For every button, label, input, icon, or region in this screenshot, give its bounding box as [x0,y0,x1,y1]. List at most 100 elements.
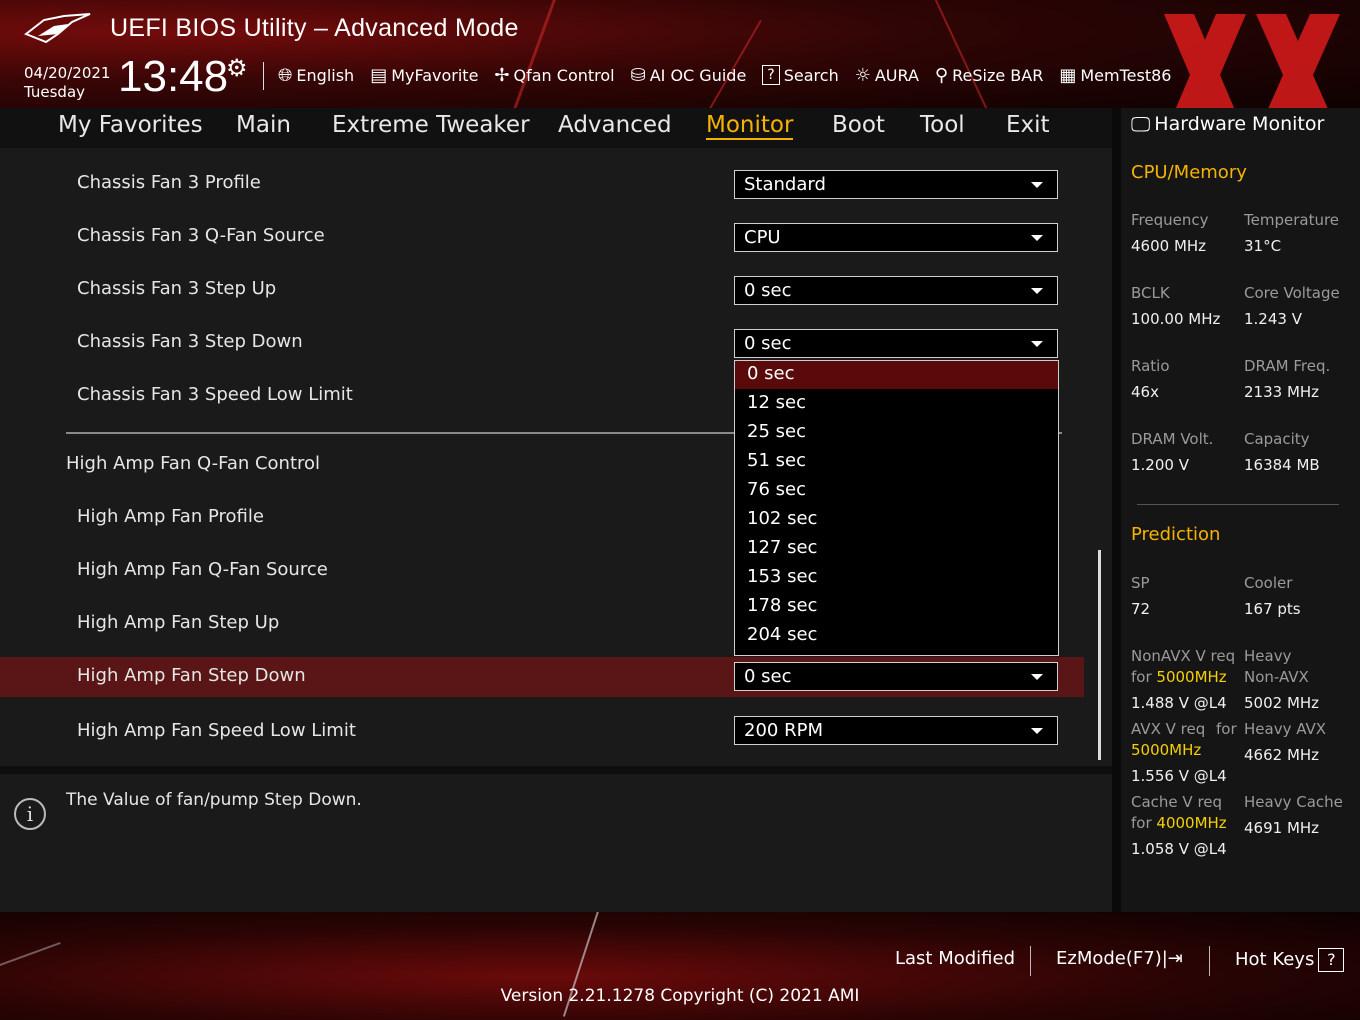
version-text: Version 2.21.1278 Copyright (C) 2021 AMI [500,986,860,1006]
aura-button[interactable]: ☼ AURA [855,65,919,86]
settings-list: Chassis Fan 3 Profile Standard Chassis F… [0,148,1112,766]
hw-for-text: for [1131,814,1152,832]
resize-bar-button[interactable]: ⚲ ReSize BAR [935,65,1043,86]
hw-label: Heavy Cache [1244,793,1343,811]
hw-value: 100.00 MHz [1131,310,1221,328]
setting-label: High Amp Fan Step Up [77,612,280,633]
help-text: The Value of fan/pump Step Down. [66,790,362,810]
hw-value: 2133 MHz [1244,383,1320,401]
tab-main[interactable]: Main [236,112,291,138]
high-amp-fan-step-down-select[interactable]: 0 sec [734,662,1058,691]
hw-highlight-freq: 4000MHz [1156,814,1227,832]
tab-extreme-tweaker[interactable]: Extreme Tweaker [332,112,530,138]
myfavorite-button[interactable]: ▤ MyFavorite [370,65,478,86]
memtest-label: MemTest86 [1080,65,1172,85]
last-modified-button[interactable]: Last Modified [895,948,1015,969]
hw-label: for 5000MHz [1131,668,1227,686]
qfan-control-button[interactable]: ✢ Qfan Control [494,65,614,86]
hw-label: Core Voltage [1244,284,1340,302]
dropdown-option[interactable]: 127 sec [735,535,1058,563]
high-amp-fan-speed-low-limit-select[interactable]: 200 RPM [734,716,1058,745]
dropdown-option[interactable]: 0 sec [735,361,1058,389]
setting-row[interactable]: High Amp Fan Speed Low Limit 200 RPM [0,710,1084,750]
select-value: Standard [744,174,826,195]
gear-icon[interactable]: ⚙ [226,54,248,82]
search-button[interactable]: ? Search [762,65,839,85]
dropdown-option[interactable]: 25 sec [735,419,1058,447]
hw-label: Non-AVX [1244,668,1309,686]
hw-label: Ratio [1131,357,1170,375]
dropdown-option[interactable]: 102 sec [735,506,1058,534]
myfavorite-icon: ▤ [370,64,388,86]
ai-oc-guide-button[interactable]: ⛁ AI OC Guide [631,65,747,86]
info-icon: i [14,798,46,830]
hw-highlight-freq: 5000MHz [1156,668,1227,686]
setting-row[interactable]: Chassis Fan 3 Q-Fan Source CPU [0,215,1084,255]
setting-row[interactable]: Chassis Fan 3 Profile Standard [0,162,1084,202]
select-value: 0 sec [744,280,792,301]
ezmode-button[interactable]: EzMode(F7)|⇥ [1056,948,1183,969]
tab-tool[interactable]: Tool [920,112,965,138]
header-separator [263,62,264,90]
hw-value: 1.488 V @L4 [1131,694,1227,712]
chassis-fan3-step-down-select[interactable]: 0 sec [734,329,1058,358]
hw-value: 1.243 V [1244,310,1302,328]
chassis-fan3-profile-select[interactable]: Standard [734,170,1058,199]
hw-label: Heavy [1244,647,1292,665]
footer-bar: Last Modified EzMode(F7)|⇥ Hot Keys? Ver… [0,912,1360,1020]
select-value: CPU [744,227,781,248]
hw-value: 5002 MHz [1244,694,1320,712]
hw-value: 16384 MB [1244,456,1320,474]
setting-row-selected[interactable]: High Amp Fan Step Down 0 sec [0,657,1084,697]
myfavorite-label: MyFavorite [391,65,479,85]
setting-label: High Amp Fan Speed Low Limit [77,720,356,741]
option-label: 127 sec [747,537,818,558]
hot-keys-label: Hot Keys [1235,949,1315,970]
tab-monitor[interactable]: Monitor [706,112,794,140]
option-label: 204 sec [747,624,818,645]
hw-label: BCLK [1131,284,1170,302]
hw-label: Capacity [1244,430,1310,448]
chassis-fan3-step-up-select[interactable]: 0 sec [734,276,1058,305]
hw-value: 46x [1131,383,1159,401]
rog-logo-icon [24,13,91,44]
select-value: 200 RPM [744,720,823,741]
dropdown-option[interactable]: 153 sec [735,564,1058,592]
hw-value: 1.058 V @L4 [1131,840,1227,858]
tab-my-favorites[interactable]: My Favorites [58,112,203,138]
chevron-down-icon [1031,288,1043,294]
chassis-fan3-source-select[interactable]: CPU [734,223,1058,252]
dropdown-option[interactable]: 76 sec [735,477,1058,505]
setting-label: Chassis Fan 3 Step Down [77,331,303,352]
setting-row[interactable]: Chassis Fan 3 Step Down 0 sec [0,321,1084,361]
tab-boot[interactable]: Boot [832,112,885,138]
tab-advanced[interactable]: Advanced [558,112,672,138]
fan-icon: ✢ [494,64,510,86]
date-text: 04/20/2021 [24,64,111,82]
select-value: 0 sec [744,666,792,687]
language-label: English [296,65,355,85]
setting-row[interactable]: Chassis Fan 3 Step Up 0 sec [0,268,1084,308]
scrollbar[interactable] [1098,550,1101,760]
hw-value: 1.200 V [1131,456,1189,474]
search-label: Search [783,65,839,85]
ezmode-label: EzMode(F7)| [1056,948,1168,969]
help-panel: i The Value of fan/pump Step Down. [0,774,1112,912]
dropdown-options-list: 0 sec 12 sec 25 sec 51 sec 76 sec 102 se… [734,360,1059,656]
setting-label: High Amp Fan Profile [77,506,264,527]
prediction-heading: Prediction [1131,524,1221,545]
dropdown-option[interactable]: 178 sec [735,593,1058,621]
hot-keys-button[interactable]: Hot Keys? [1235,948,1345,972]
tab-exit[interactable]: Exit [1006,112,1050,138]
language-button[interactable]: 🌐︎ English [278,65,354,86]
option-label: 178 sec [747,595,818,616]
memtest-button[interactable]: ▦ MemTest86 [1059,65,1171,86]
panel-gutter [1112,108,1121,912]
hw-label: for [1216,720,1237,738]
dropdown-option[interactable]: 12 sec [735,390,1058,418]
dropdown-option[interactable]: 51 sec [735,448,1058,476]
dropdown-option[interactable]: 204 sec [735,622,1058,650]
select-value: 0 sec [744,333,792,354]
setting-label: Chassis Fan 3 Profile [77,172,261,193]
help-separator [0,766,1112,774]
